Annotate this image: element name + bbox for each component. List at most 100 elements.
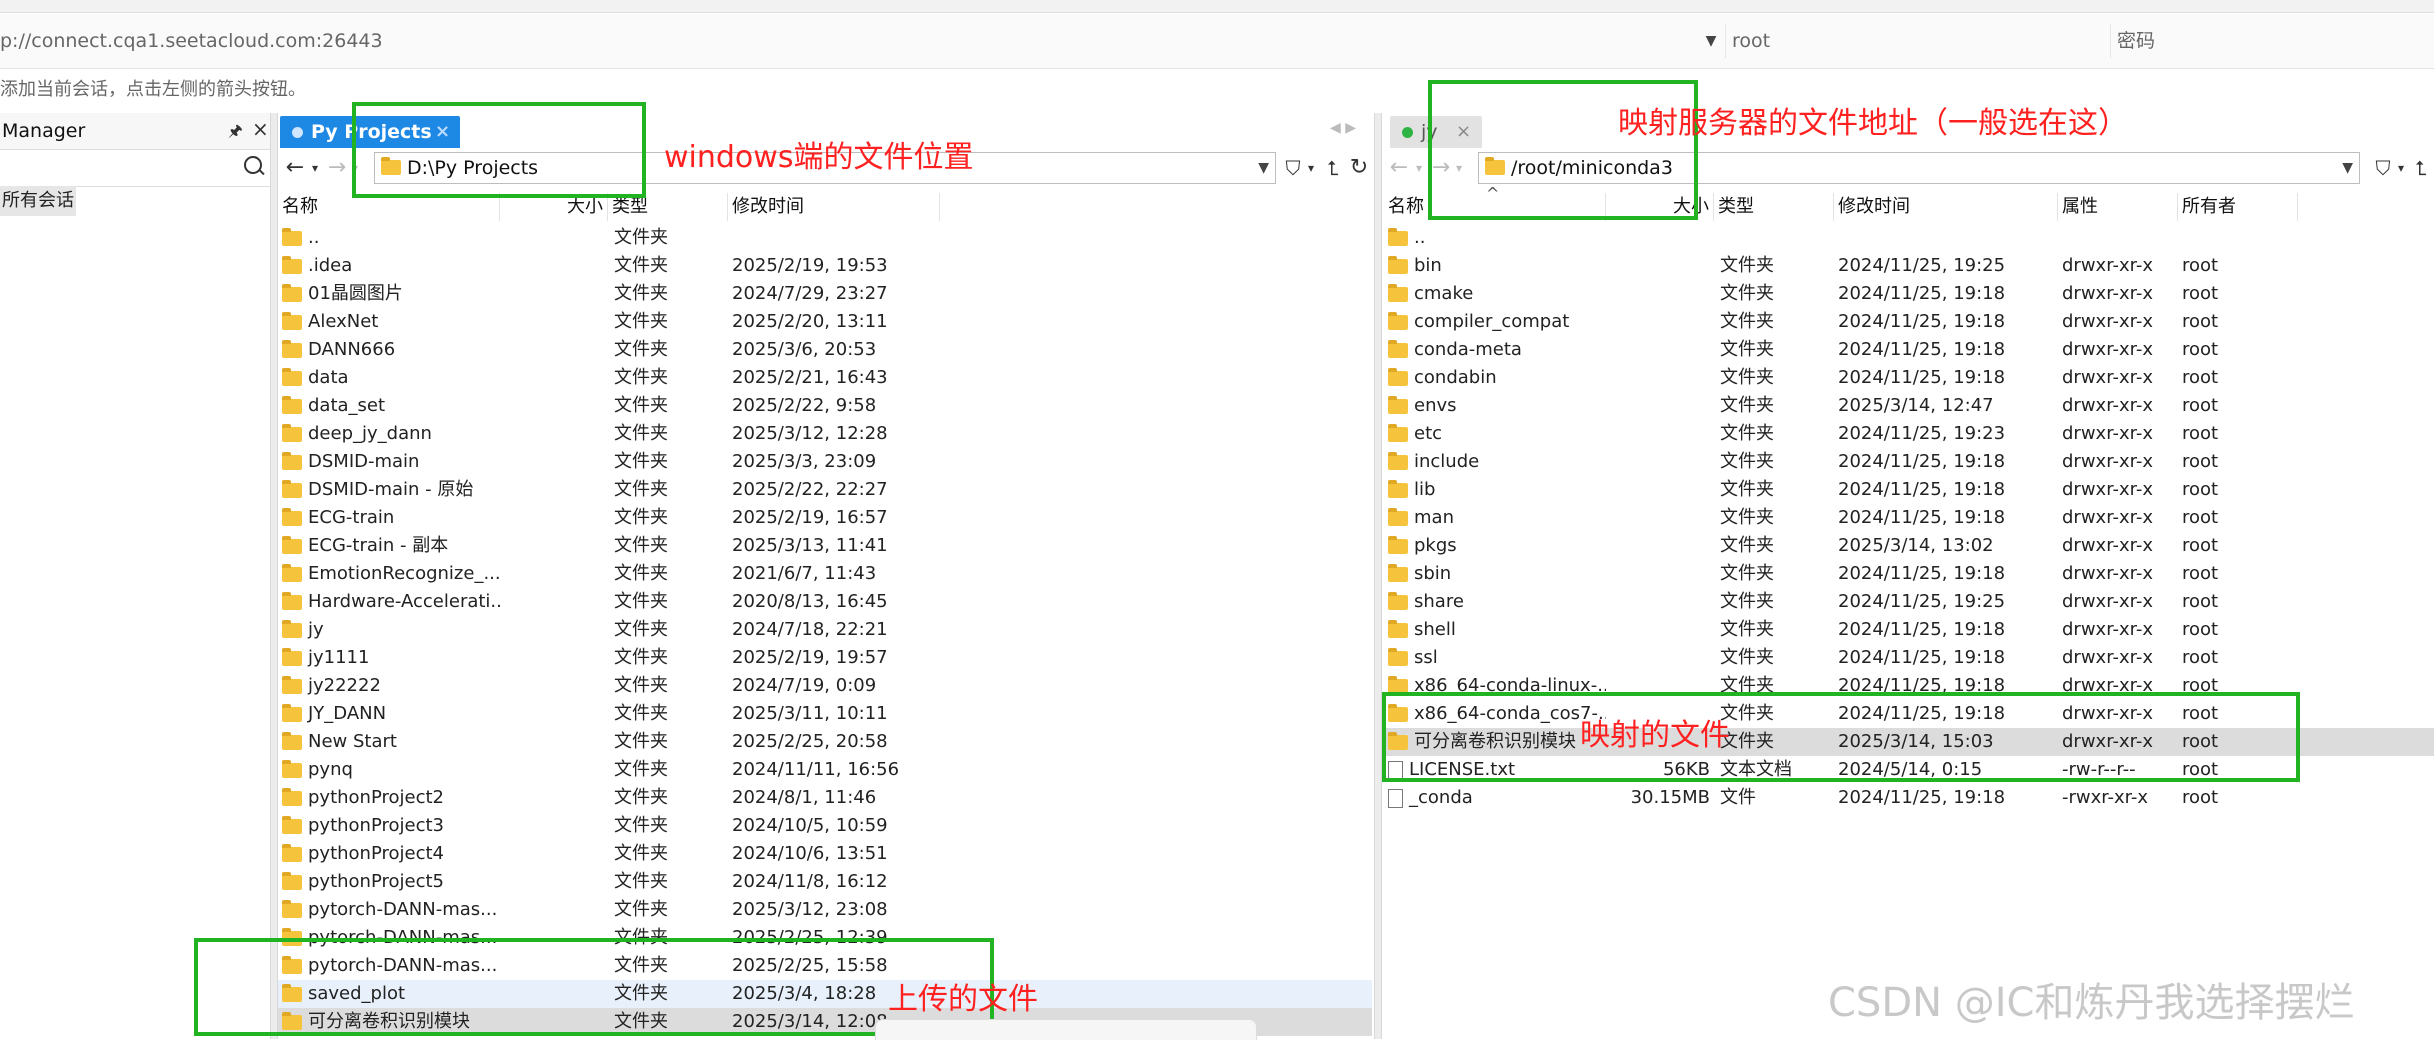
column-header-type[interactable]: 类型 [1714,193,1834,221]
file-row[interactable]: condabin 文件夹 2024/11/25, 19:18 drwxr-xr-x ro… [1384,364,2434,392]
file-row[interactable]: DANN666 文件夹 2025/3/6, 20:53 [278,336,1372,364]
file-row[interactable]: data_set 文件夹 2025/2/22, 9:58 [278,392,1372,420]
file-perm: drwxr-xr-x [2062,423,2153,444]
status-tab [875,1019,1257,1040]
toolbar-strip [0,0,2434,13]
file-type: 文件 [1720,787,1756,808]
folder-icon [282,395,302,414]
file-row[interactable]: jy 文件夹 2024/7/18, 22:21 [278,616,1372,644]
file-row[interactable]: compiler_compat 文件夹 2024/11/25, 19:18 drwxr… [1384,308,2434,336]
folder-icon [282,563,302,582]
file-name: jy1111 [282,644,500,672]
file-perm: drwxr-xr-x [2062,479,2153,500]
bookmark-icon[interactable]: ⛉ [1282,154,1304,182]
file-row[interactable]: data 文件夹 2025/2/21, 16:43 [278,364,1372,392]
file-name-text: Hardware-Accelerati... [308,591,500,612]
file-type: 文件夹 [614,395,668,416]
folder-icon [1388,283,1408,302]
column-header-modified[interactable]: 修改时间 [728,193,940,221]
chevron-down-icon[interactable]: ▼ [2342,153,2353,183]
file-modified: 2024/11/25, 19:18 [1838,311,2006,332]
chevron-down-icon[interactable]: ▾ [2394,154,2408,182]
folder-icon [282,311,302,330]
file-row[interactable]: Hardware-Accelerati... 文件夹 2020/8/13, 16:4… [278,588,1372,616]
file-row[interactable]: DSMID-main 文件夹 2025/3/3, 23:09 [278,448,1372,476]
close-icon[interactable]: × [252,117,269,141]
file-row[interactable]: lib 文件夹 2024/11/25, 19:18 drwxr-xr-x root [1384,476,2434,504]
tab-scroll-arrows[interactable]: ◀ ▶ [1330,120,1356,136]
file-row[interactable]: _conda 30.15MB 文件 2024/11/25, 19:18 -rwxr-xr… [1384,784,2434,812]
file-row[interactable]: ssl 文件夹 2024/11/25, 19:18 drwxr-xr-x root [1384,644,2434,672]
file-row[interactable]: ECG-train 文件夹 2025/2/19, 16:57 [278,504,1372,532]
file-type: 文件夹 [614,563,668,584]
back-arrow-icon[interactable]: ← [284,154,306,182]
pane-divider[interactable] [1374,113,1382,1039]
chevron-down-icon[interactable]: ▾ [1412,154,1426,182]
file-row[interactable]: shell 文件夹 2024/11/25, 19:18 drwxr-xr-x root [1384,616,2434,644]
file-row[interactable]: conda-meta 文件夹 2024/11/25, 19:18 drwxr-xr-x… [1384,336,2434,364]
chevron-down-icon[interactable]: ▾ [308,154,322,182]
column-header-owner[interactable]: 所有者 [2178,193,2298,221]
file-owner: root [2182,535,2219,556]
parent-folder-icon[interactable]: ⮤ [1320,154,1346,182]
file-row[interactable]: 01晶圆图片 文件夹 2024/7/29, 23:27 [278,280,1372,308]
file-type: 文件夹 [614,843,668,864]
file-row[interactable]: pytorch-DANN-mas... 文件夹 2025/3/12, 23:08 [278,896,1372,924]
file-row[interactable]: AlexNet 文件夹 2025/2/20, 13:11 [278,308,1372,336]
file-row[interactable]: share 文件夹 2024/11/25, 19:25 drwxr-xr-x root [1384,588,2434,616]
host-url-input[interactable]: p://connect.cqa1.seetacloud.com:26443 [0,24,1700,58]
session-pane-divider[interactable] [270,113,278,1039]
column-header-modified[interactable]: 修改时间 [1834,193,2058,221]
session-search-bar[interactable] [0,150,276,187]
file-row[interactable]: sbin 文件夹 2024/11/25, 19:18 drwxr-xr-x root [1384,560,2434,588]
back-arrow-icon[interactable]: ← [1388,154,1410,182]
file-size: 30.15MB [1630,787,1710,808]
file-row[interactable]: pythonProject5 文件夹 2024/11/8, 16:12 [278,868,1372,896]
file-row[interactable]: .idea 文件夹 2025/2/19, 19:53 [278,252,1372,280]
forward-arrow-icon[interactable]: → [326,154,348,182]
file-row[interactable]: .. 文件夹 [278,224,1372,252]
file-row[interactable]: pythonProject3 文件夹 2024/10/5, 10:59 [278,812,1372,840]
file-row[interactable]: etc 文件夹 2024/11/25, 19:23 drwxr-xr-x root [1384,420,2434,448]
password-input[interactable]: 密码 [2110,24,2434,58]
file-row[interactable]: include 文件夹 2024/11/25, 19:18 drwxr-xr-x roo… [1384,448,2434,476]
file-owner: root [2182,507,2219,528]
session-item-all[interactable]: 所有会话 [0,186,76,216]
file-row[interactable]: pythonProject2 文件夹 2024/8/1, 11:46 [278,784,1372,812]
refresh-icon[interactable]: ↻ [1346,154,1372,182]
column-header-permissions[interactable]: 属性 [2058,193,2178,221]
parent-folder-icon[interactable]: ⮤ [2410,154,2432,182]
file-modified: 2024/11/25, 19:18 [1838,563,2006,584]
file-row[interactable]: JY_DANN 文件夹 2025/3/11, 10:11 [278,700,1372,728]
search-icon[interactable] [244,156,262,174]
file-row[interactable]: bin 文件夹 2024/11/25, 19:25 drwxr-xr-x root [1384,252,2434,280]
file-row[interactable]: man 文件夹 2024/11/25, 19:18 drwxr-xr-x root [1384,504,2434,532]
folder-icon [1388,423,1408,442]
file-name-text: pythonProject2 [308,787,445,808]
file-row[interactable]: pythonProject4 文件夹 2024/10/6, 13:51 [278,840,1372,868]
folder-icon [1388,227,1408,246]
username-input[interactable]: root [1725,24,2112,58]
folder-icon [1388,479,1408,498]
file-row[interactable]: envs 文件夹 2025/3/14, 12:47 drwxr-xr-x root [1384,392,2434,420]
file-row[interactable]: EmotionRecognize_... 文件夹 2021/6/7, 11:43 [278,560,1372,588]
file-row[interactable]: deep_jy_dann 文件夹 2025/3/12, 12:28 [278,420,1372,448]
file-name-text: bin [1414,255,1442,276]
file-row[interactable]: DSMID-main - 原始 文件夹 2025/2/22, 22:27 [278,476,1372,504]
file-modified: 2025/2/20, 13:11 [732,311,888,332]
file-row[interactable]: cmake 文件夹 2024/11/25, 19:18 drwxr-xr-x root [1384,280,2434,308]
file-row[interactable]: New Start 文件夹 2025/2/25, 20:58 [278,728,1372,756]
chevron-down-icon[interactable]: ▼ [1700,24,1722,58]
chevron-down-icon[interactable]: ▾ [1304,154,1318,182]
file-name: New Start [282,728,500,756]
file-row[interactable]: jy1111 文件夹 2025/2/19, 19:57 [278,644,1372,672]
file-row[interactable]: pkgs 文件夹 2025/3/14, 13:02 drwxr-xr-x root [1384,532,2434,560]
chevron-down-icon[interactable]: ▼ [1258,153,1269,183]
file-row[interactable]: .. [1384,224,2434,252]
file-row[interactable]: pynq 文件夹 2024/11/11, 16:56 [278,756,1372,784]
file-owner: root [2182,339,2219,360]
file-row[interactable]: jy22222 文件夹 2024/7/19, 0:09 [278,672,1372,700]
file-row[interactable]: ECG-train - 副本 文件夹 2025/3/13, 11:41 [278,532,1372,560]
bookmark-icon[interactable]: ⛉ [2372,154,2394,182]
pin-icon[interactable]: 🖈 [228,120,243,147]
